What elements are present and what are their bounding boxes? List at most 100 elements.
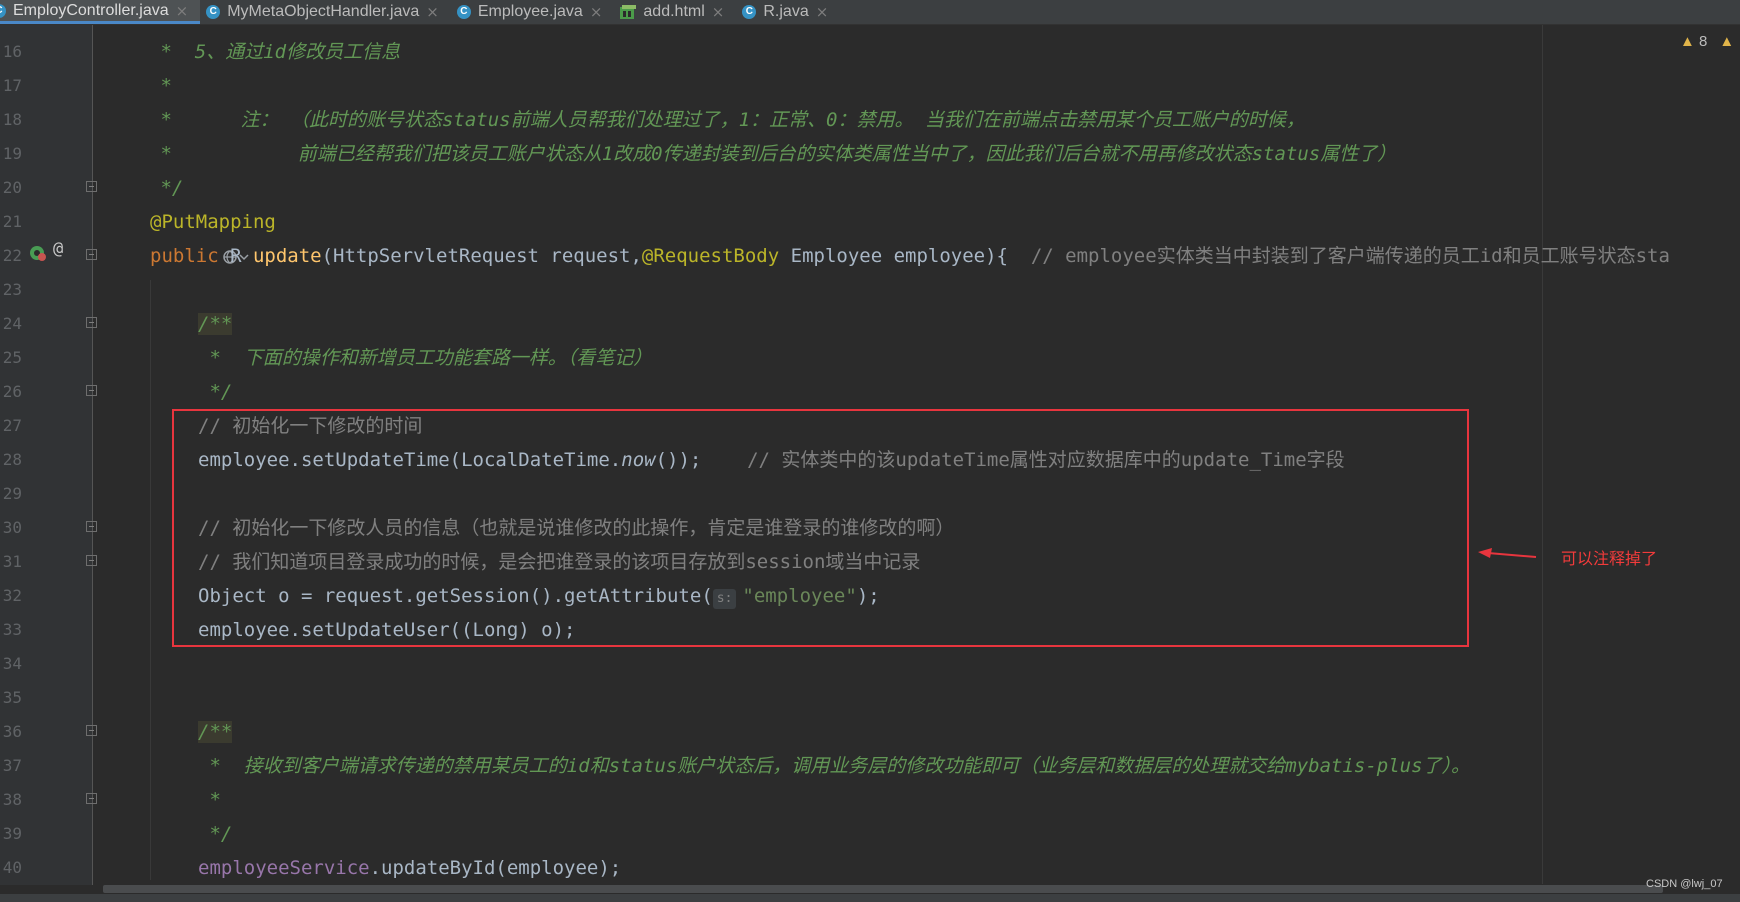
close-icon[interactable]: ×: [426, 3, 439, 21]
tab-label: Employee.java: [477, 3, 583, 20]
tab-add-html[interactable]: add.html ×: [614, 0, 736, 24]
warning-count-value: 8: [1699, 33, 1708, 50]
editor-tab-bar: C EmployController.java × C MyMetaObject…: [0, 0, 1740, 25]
annotation-arrow: [1478, 548, 1537, 558]
doc-star: *: [149, 143, 172, 165]
params: (HttpServletRequest request,: [321, 245, 642, 267]
line-number-gutter[interactable]: 16 17 18 19 20 21 22 23 24 25 26 27 28 2…: [0, 25, 97, 885]
tab-label: add.html: [643, 3, 705, 20]
doc-text: 接收到客户端请求传递的禁用某员工的id和status账户状态后，调用业务层的修改…: [243, 755, 1471, 777]
code-line-38: *: [198, 783, 221, 817]
java-class-icon: C: [742, 5, 757, 19]
line-number: 19: [2, 144, 22, 163]
code-line-22: public R update(HttpServletRequest reque…: [150, 239, 1670, 273]
keyword-public: public: [150, 245, 219, 267]
code-line-20: */: [149, 171, 183, 205]
line-number: 37: [2, 756, 22, 775]
doc-text: 下面的操作和新增员工功能套路一样。（看笔记）: [243, 347, 653, 369]
doc-text: 注： （此时的账号状态status前端人员帮我们处理过了，1：正常、0：禁用。 …: [240, 109, 1305, 131]
watermark: CSDN @lwj_07: [1646, 878, 1723, 890]
line-number: 33: [2, 620, 22, 639]
horizontal-scrollbar-thumb[interactable]: [103, 885, 1663, 893]
tab-label: MyMetaObjectHandler.java: [227, 3, 420, 20]
line-number: 23: [2, 280, 22, 299]
line-number: 34: [2, 654, 22, 673]
doc-end: */: [149, 177, 184, 199]
warning-icon: ▲: [1719, 33, 1735, 50]
field-reference: employeeService: [198, 857, 370, 879]
code-line-26: */: [198, 375, 232, 409]
line-number: 22: [2, 246, 22, 265]
line-number: 31: [2, 552, 22, 571]
line-comment: // employee实体类当中封装到了客户端传递的员工id和员工账号状态sta: [1030, 245, 1670, 267]
tab-r[interactable]: C R.java ×: [736, 0, 840, 24]
java-class-icon: C: [0, 3, 6, 18]
line-number: 29: [2, 484, 22, 503]
line-number: 26: [2, 382, 22, 401]
java-class-icon: C: [456, 5, 471, 19]
code-line-18: * 注： （此时的账号状态status前端人员帮我们处理过了，1：正常、0：禁用…: [149, 103, 1305, 137]
line-number: 20: [2, 178, 22, 197]
doc-star: *: [198, 755, 244, 777]
annotation-requestbody: @RequestBody: [641, 245, 780, 267]
highlight-box: [172, 409, 1469, 647]
close-icon[interactable]: ×: [176, 2, 189, 20]
code-line-24: /**: [198, 307, 233, 341]
doc-star: *: [149, 75, 172, 97]
close-icon[interactable]: ×: [816, 3, 829, 21]
doc-text: 5、通过id修改员工信息: [194, 41, 401, 63]
annotation-putmapping: @PutMapping: [150, 211, 276, 233]
doc-end: */: [198, 823, 233, 845]
code-line-37: * 接收到客户端请求传递的禁用某员工的id和status账户状态后，调用业务层的…: [198, 749, 1470, 783]
line-number: 18: [2, 110, 22, 129]
close-icon[interactable]: ×: [712, 3, 725, 21]
line-number: 38: [2, 790, 22, 809]
warning-icon: ▲: [1680, 33, 1695, 50]
close-icon[interactable]: ×: [590, 3, 603, 21]
tab-mymetaobjecthandler[interactable]: C MyMetaObjectHandler.java ×: [200, 0, 451, 24]
line-number: 17: [2, 76, 22, 95]
annotation-note: 可以注释掉了: [1561, 549, 1658, 568]
line-number: 28: [2, 450, 22, 469]
line-number: 35: [2, 688, 22, 707]
ide-window: C EmployController.java × C MyMetaObject…: [0, 0, 1740, 902]
line-number: 36: [2, 722, 22, 741]
return-type: R: [218, 245, 253, 267]
code-line-40: employeeService.updateById(employee);: [198, 851, 621, 885]
method-name: update: [252, 245, 322, 267]
doc-start: /**: [198, 313, 233, 335]
doc-text: 前端已经帮我们把该员工账户状态从1改成0传递封装到后台的实体类属性当中了，因此我…: [171, 143, 1397, 165]
tab-employee[interactable]: C Employee.java ×: [451, 0, 615, 24]
line-number: 39: [2, 824, 22, 843]
code-line-21: @PutMapping: [150, 205, 280, 264]
request-mapping-icon[interactable]: [28, 242, 48, 267]
code-line-17: *: [149, 69, 172, 103]
tab-label: EmployController.java: [13, 1, 169, 19]
code-line-16: * 5、通过id修改员工信息: [149, 35, 400, 69]
bottom-strip: [0, 894, 1740, 902]
line-number: 16: [2, 42, 22, 61]
doc-star: *: [198, 789, 221, 811]
tab-label: R.java: [763, 3, 809, 20]
params: Employee employee){: [779, 245, 1031, 267]
html-file-icon: [620, 5, 637, 19]
line-number: 25: [2, 348, 22, 367]
warning-count[interactable]: ▲ 8: [1680, 33, 1707, 50]
inspection-widget[interactable]: ▲ 8 ▲: [1680, 33, 1734, 50]
code-line-25: * 下面的操作和新增员工功能套路一样。（看笔记）: [198, 341, 652, 375]
doc-star: *: [149, 109, 241, 131]
line-number: 32: [2, 586, 22, 605]
line-number: 24: [2, 314, 22, 333]
doc-star: *: [149, 41, 195, 63]
statement: .updateById(employee);: [369, 857, 622, 879]
line-number: 40: [2, 858, 22, 877]
line-number: 27: [2, 416, 22, 435]
doc-end: */: [198, 381, 233, 403]
code-line-19: * 前端已经帮我们把该员工账户状态从1改成0传递封装到后台的实体类属性当中了，因…: [149, 137, 1396, 171]
doc-start: /**: [198, 721, 233, 743]
line-number: 30: [2, 518, 22, 537]
tab-employcontroller[interactable]: C EmployController.java ×: [0, 0, 201, 24]
java-class-icon: C: [206, 5, 221, 19]
override-at-icon[interactable]: @: [53, 239, 63, 259]
doc-star: *: [198, 347, 244, 369]
